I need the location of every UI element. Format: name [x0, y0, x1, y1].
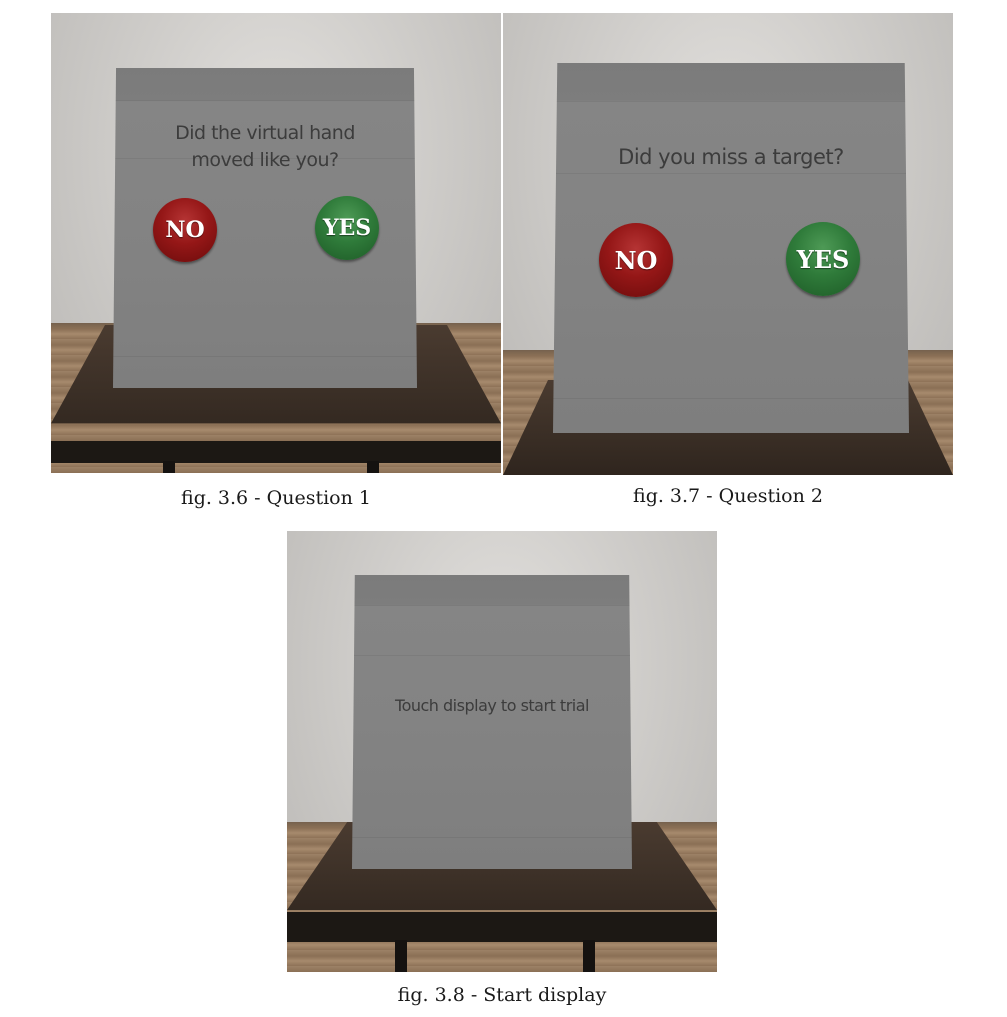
panel-band — [113, 356, 417, 357]
start-panel[interactable]: Touch display to start trial — [352, 575, 632, 869]
figure-caption: fig. 3.8 - Start display — [397, 984, 607, 1006]
no-button[interactable]: NO — [153, 198, 217, 262]
table-leg-left — [163, 461, 175, 473]
yes-button[interactable]: YES — [315, 196, 379, 260]
panel-band — [352, 837, 632, 838]
figure-question-2: Did you miss a target? NO YES — [503, 13, 953, 475]
no-button[interactable]: NO — [599, 223, 673, 297]
figure-question-1: Did the virtual hand moved like you? NO … — [51, 13, 501, 473]
panel-band — [553, 398, 909, 399]
question-panel[interactable]: Did you miss a target? NO YES — [553, 63, 909, 433]
table-edge — [51, 441, 501, 463]
figure-start-display: Touch display to start trial — [287, 531, 717, 972]
panel-band — [553, 173, 909, 174]
table-leg-left — [395, 940, 407, 972]
table-leg-right — [367, 461, 379, 473]
question-text: Did the virtual hand moved like you? — [175, 122, 355, 171]
table-leg-right — [583, 940, 595, 972]
question-panel[interactable]: Did the virtual hand moved like you? NO … — [113, 68, 417, 388]
yes-button[interactable]: YES — [786, 222, 860, 296]
start-prompt-text: Touch display to start trial — [395, 696, 589, 715]
panel-band — [352, 605, 632, 606]
table-edge — [287, 912, 717, 942]
panel-band — [113, 100, 417, 101]
panel-band — [352, 655, 632, 656]
question-text: Did you miss a target? — [618, 145, 844, 169]
figure-caption: fig. 3.6 - Question 1 — [181, 487, 371, 509]
figure-caption: fig. 3.7 - Question 2 — [633, 485, 823, 507]
panel-band — [553, 101, 909, 102]
